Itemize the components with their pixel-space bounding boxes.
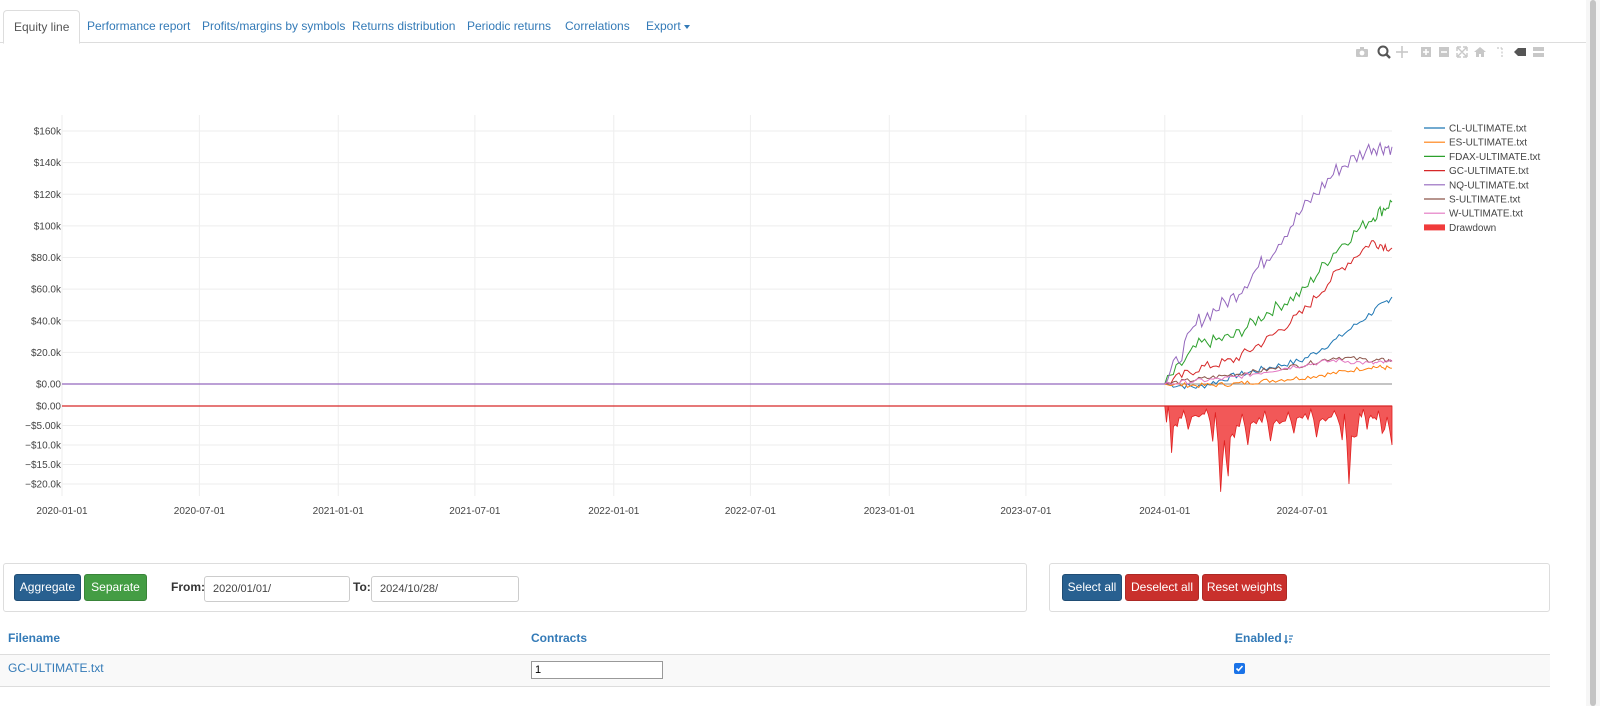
from-date-input[interactable]: 2020/01/01/ (204, 576, 350, 602)
enabled-header-label: Enabled (1235, 631, 1282, 645)
from-label: From: (171, 580, 205, 594)
hover-compare-icon[interactable] (1530, 44, 1546, 60)
legend-item-label[interactable]: W-ULTIMATE.txt (1449, 209, 1523, 220)
scrollbar-thumb[interactable] (1590, 0, 1596, 706)
grid (61, 115, 1392, 496)
to-label: To: (353, 580, 371, 594)
drawdown-y-tick-label: −$10.0k (25, 441, 62, 452)
series-layer (62, 141, 1393, 390)
drawdown-y-tick-label: −$15.0k (25, 460, 62, 471)
separate-button[interactable]: Separate (84, 574, 147, 601)
equity-y-tick-label: $40.0k (31, 316, 62, 327)
x-tick-label: 2022-07-01 (725, 506, 777, 517)
checkmark-icon (1235, 665, 1244, 672)
x-tick-label: 2023-01-01 (864, 506, 916, 517)
export-label: Export (646, 19, 681, 33)
aggregate-button[interactable]: Aggregate (14, 574, 81, 601)
autoscale-icon[interactable] (1454, 44, 1470, 60)
spike-lines-icon[interactable] (1494, 44, 1510, 60)
tab-bar: Equity line Performance report Profits/m… (0, 0, 1586, 44)
zoom-out-icon[interactable] (1436, 44, 1452, 60)
camera-icon[interactable] (1354, 44, 1370, 60)
sort-desc-icon (1283, 634, 1293, 644)
legend-item-label[interactable]: ES-ULTIMATE.txt (1449, 138, 1527, 149)
axis-layer: 2020-01-01 2020-07-01 2021-01-01 2021-07-01… (25, 127, 1328, 518)
deselect-all-button[interactable]: Deselect all (1125, 574, 1199, 601)
home-icon[interactable] (1472, 44, 1488, 60)
equity-y-tick-label: $20.0k (31, 348, 62, 359)
legend-item-label[interactable]: GC-ULTIMATE.txt (1449, 166, 1529, 177)
zoom-in-icon[interactable] (1418, 44, 1434, 60)
equity-chart[interactable]: 2020-01-01 2020-07-01 2021-01-01 2021-07-01… (0, 60, 1586, 520)
legend-item-label[interactable]: FDAX-ULTIMATE.txt (1449, 152, 1541, 163)
legend-item-label[interactable]: NQ-ULTIMATE.txt (1449, 180, 1529, 191)
series-line-nq[interactable] (1164, 141, 1393, 385)
filename-link[interactable]: GC-ULTIMATE.txt (8, 661, 104, 675)
legend-item-label[interactable]: S-ULTIMATE.txt (1449, 195, 1521, 206)
equity-y-tick-label: $60.0k (31, 285, 62, 296)
vertical-scrollbar[interactable] (1586, 0, 1600, 706)
caret-down-icon (683, 24, 690, 29)
tab-periodic-returns[interactable]: Periodic returns (457, 10, 561, 43)
equity-y-tick-label: $140k (34, 158, 62, 169)
tab-profits-margins-by-symbols[interactable]: Profits/margins by symbols (192, 10, 355, 43)
drawdown-y-tick-label: −$20.0k (25, 480, 62, 491)
x-tick-label: 2020-01-01 (36, 506, 88, 517)
x-tick-label: 2024-01-01 (1139, 506, 1191, 517)
equity-y-tick-label: $0.00 (36, 380, 61, 391)
x-tick-label: 2022-01-01 (588, 506, 640, 517)
enabled-column-header[interactable]: Enabled (1235, 631, 1294, 645)
equity-y-tick-label: $160k (34, 127, 62, 138)
table-row (0, 655, 1550, 686)
legend[interactable]: CL-ULTIMATE.txt ES-ULTIMATE.txt FDAX-ULTIM… (1424, 124, 1541, 234)
tab-returns-distribution[interactable]: Returns distribution (342, 10, 465, 43)
legend-item-label[interactable]: CL-ULTIMATE.txt (1449, 124, 1527, 135)
drawdown-y-tick-label: −$5.00k (25, 421, 62, 432)
reset-weights-button[interactable]: Reset weights (1202, 574, 1287, 601)
contracts-input[interactable] (531, 661, 663, 679)
hover-closest-icon[interactable] (1512, 44, 1528, 60)
equity-y-tick-label: $100k (34, 221, 62, 232)
filename-column-header[interactable]: Filename (8, 631, 60, 645)
x-tick-label: 2021-01-01 (313, 506, 365, 517)
pan-icon[interactable] (1394, 44, 1410, 60)
drawdown-y-tick-label: $0.00 (36, 402, 61, 413)
select-all-button[interactable]: Select all (1062, 574, 1122, 601)
tab-correlations[interactable]: Correlations (555, 10, 640, 43)
tab-export[interactable]: Export (636, 10, 700, 43)
series-line-cl[interactable] (1164, 296, 1393, 390)
tab-performance-report[interactable]: Performance report (77, 10, 200, 43)
drawdown-area[interactable] (1164, 405, 1393, 492)
legend-swatch-drawdown[interactable] (1424, 224, 1445, 231)
x-tick-label: 2021-07-01 (449, 506, 501, 517)
series-line-fdax[interactable] (1164, 199, 1393, 385)
contracts-column-header[interactable]: Contracts (531, 631, 587, 645)
legend-item-label[interactable]: Drawdown (1449, 223, 1496, 234)
tab-equity-line[interactable]: Equity line (3, 10, 81, 44)
zoom-icon[interactable] (1376, 44, 1392, 60)
equity-y-tick-label: $80.0k (31, 253, 62, 264)
to-date-input[interactable]: 2024/10/28/ (371, 576, 519, 602)
drawdown-area-layer (62, 405, 1393, 492)
enabled-checkbox[interactable] (1234, 663, 1245, 674)
table-row-divider (0, 686, 1550, 687)
x-tick-label: 2023-07-01 (1000, 506, 1052, 517)
series-line-s[interactable] (1164, 356, 1393, 385)
x-tick-label: 2020-07-01 (174, 506, 226, 517)
equity-y-tick-label: $120k (34, 190, 62, 201)
x-tick-label: 2024-07-01 (1277, 506, 1329, 517)
series-line-gc[interactable] (1164, 240, 1393, 385)
